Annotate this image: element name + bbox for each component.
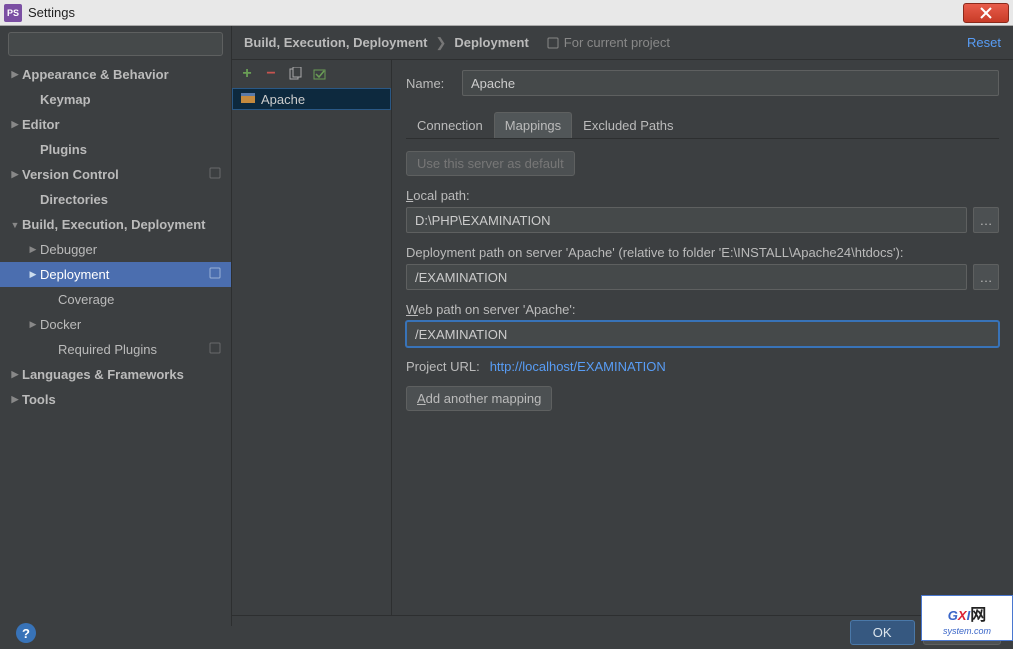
reset-link[interactable]: Reset bbox=[967, 35, 1001, 50]
breadcrumb-root[interactable]: Build, Execution, Deployment bbox=[244, 35, 427, 50]
titlebar: PS Settings bbox=[0, 0, 1013, 26]
browse-deployment-path-button[interactable]: … bbox=[973, 264, 999, 290]
scope-label: For current project bbox=[547, 35, 670, 50]
copy-server-button[interactable] bbox=[286, 65, 304, 83]
breadcrumb: Build, Execution, Deployment ❯ Deploymen… bbox=[232, 26, 1013, 60]
sidebar-item-directories[interactable]: Directories bbox=[0, 187, 231, 212]
tab-mappings[interactable]: Mappings bbox=[494, 112, 572, 138]
server-icon bbox=[241, 93, 255, 105]
window-title: Settings bbox=[28, 5, 75, 20]
chevron-right-icon: ❯ bbox=[435, 35, 446, 51]
name-label: Name: bbox=[406, 76, 462, 91]
sidebar-item-keymap[interactable]: Keymap bbox=[0, 87, 231, 112]
app-icon: PS bbox=[4, 4, 22, 22]
web-path-label: Web path on server 'Apache': bbox=[406, 302, 999, 317]
settings-tree: ▶Appearance & Behavior Keymap ▶Editor Pl… bbox=[0, 62, 231, 412]
tab-connection[interactable]: Connection bbox=[406, 112, 494, 138]
sidebar-item-languages-frameworks[interactable]: ▶Languages & Frameworks bbox=[0, 362, 231, 387]
server-item-apache[interactable]: Apache bbox=[232, 88, 391, 110]
deployment-path-input[interactable] bbox=[406, 264, 967, 290]
sidebar-item-plugins[interactable]: Plugins bbox=[0, 137, 231, 162]
deployment-details: Name: Connection Mappings Excluded Paths… bbox=[392, 60, 1013, 626]
set-default-icon[interactable] bbox=[310, 65, 328, 83]
sidebar-item-docker[interactable]: ▶Docker bbox=[0, 312, 231, 337]
deployment-path-label: Deployment path on server 'Apache' (rela… bbox=[406, 245, 999, 260]
project-scope-icon bbox=[547, 37, 559, 49]
project-url-label: Project URL: bbox=[406, 359, 480, 374]
sidebar-item-required-plugins[interactable]: Required Plugins bbox=[0, 337, 231, 362]
project-scope-icon bbox=[209, 267, 221, 282]
breadcrumb-leaf: Deployment bbox=[454, 35, 528, 50]
add-server-button[interactable]: + bbox=[238, 65, 256, 83]
sidebar-item-build-execution-deployment[interactable]: ▼Build, Execution, Deployment bbox=[0, 212, 231, 237]
settings-sidebar: 🔍 ▾ ▶Appearance & Behavior Keymap ▶Edito… bbox=[0, 26, 232, 626]
sidebar-item-version-control[interactable]: ▶Version Control bbox=[0, 162, 231, 187]
sidebar-item-editor[interactable]: ▶Editor bbox=[0, 112, 231, 137]
project-url-link[interactable]: http://localhost/EXAMINATION bbox=[490, 359, 666, 374]
local-path-input[interactable] bbox=[406, 207, 967, 233]
sidebar-item-appearance-behavior[interactable]: ▶Appearance & Behavior bbox=[0, 62, 231, 87]
tab-excluded-paths[interactable]: Excluded Paths bbox=[572, 112, 684, 138]
local-path-label: Local path: bbox=[406, 188, 999, 203]
dialog-footer: ? OK Cancel bbox=[232, 615, 1013, 649]
project-scope-icon bbox=[209, 167, 221, 182]
project-scope-icon bbox=[209, 342, 221, 357]
search-input[interactable] bbox=[8, 32, 223, 56]
server-list-panel: + − Apache bbox=[232, 60, 392, 626]
browse-local-path-button[interactable]: … bbox=[973, 207, 999, 233]
sidebar-item-debugger[interactable]: ▶Debugger bbox=[0, 237, 231, 262]
server-name-input[interactable] bbox=[462, 70, 999, 96]
remove-server-button[interactable]: − bbox=[262, 65, 280, 83]
watermark: GXI网 system.com bbox=[921, 595, 1013, 641]
add-another-mapping-button[interactable]: Add another mapping bbox=[406, 386, 552, 411]
sidebar-item-tools[interactable]: ▶Tools bbox=[0, 387, 231, 412]
help-button[interactable]: ? bbox=[16, 623, 36, 643]
detail-tabs: Connection Mappings Excluded Paths bbox=[406, 112, 999, 139]
sidebar-item-deployment[interactable]: ▶Deployment bbox=[0, 262, 231, 287]
server-item-label: Apache bbox=[261, 92, 305, 107]
ok-button[interactable]: OK bbox=[850, 620, 915, 645]
window-close-button[interactable] bbox=[963, 3, 1009, 23]
sidebar-item-coverage[interactable]: Coverage bbox=[0, 287, 231, 312]
web-path-input[interactable] bbox=[406, 321, 999, 347]
use-as-default-button[interactable]: Use this server as default bbox=[406, 151, 575, 176]
